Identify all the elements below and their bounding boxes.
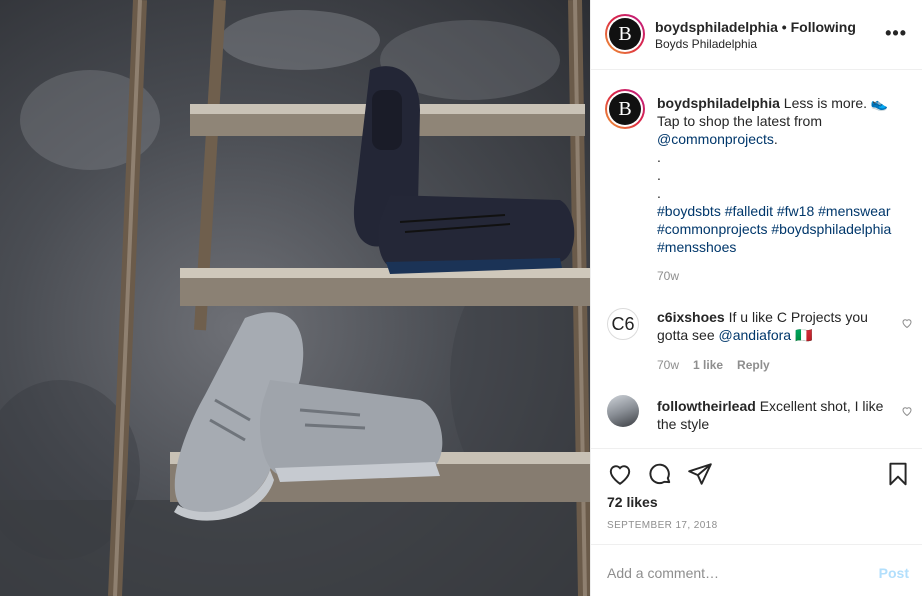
- caption-dot: .: [657, 185, 661, 201]
- photo-illustration: [0, 0, 590, 596]
- comment-text: followtheirlead Excellent shot, I like t…: [657, 397, 889, 433]
- more-options-icon[interactable]: •••: [885, 24, 907, 42]
- caption-mention[interactable]: @commonprojects: [657, 131, 774, 147]
- follow-status-button[interactable]: Following: [791, 19, 856, 35]
- add-comment-input[interactable]: Add a comment…: [607, 565, 719, 581]
- caption-time[interactable]: 70w: [657, 269, 679, 283]
- comment-avatar[interactable]: [607, 395, 639, 427]
- hashtag[interactable]: #falledit: [725, 203, 773, 219]
- post-comment-button[interactable]: Post: [879, 565, 909, 581]
- avatar-letter: B: [609, 93, 641, 125]
- caption-text: boydsphiladelphia Less is more. 👟 Tap to…: [657, 94, 913, 256]
- like-heart-icon[interactable]: [607, 461, 633, 487]
- caption-dot: .: [657, 167, 661, 183]
- share-icon[interactable]: [687, 461, 713, 487]
- comment-likes[interactable]: 1 like: [693, 358, 723, 372]
- comments-area[interactable]: B boydsphiladelphia Less is more. 👟 Tap …: [591, 71, 922, 448]
- likes-count[interactable]: 72 likes: [607, 494, 658, 510]
- reply-button[interactable]: Reply: [737, 358, 770, 372]
- header-separator: •: [781, 19, 787, 35]
- post-photo[interactable]: [0, 0, 590, 596]
- comment-emoji: 🇮🇹: [794, 327, 813, 343]
- comment-username[interactable]: c6ixshoes: [657, 309, 725, 325]
- avatar-letter: B: [609, 18, 641, 50]
- save-bookmark-icon[interactable]: [885, 461, 911, 487]
- header-username[interactable]: boydsphiladelphia: [655, 19, 778, 35]
- caption-mention-suffix: .: [773, 131, 778, 147]
- header-avatar[interactable]: B: [605, 14, 645, 54]
- header-location[interactable]: Boyds Philadelphia: [655, 37, 757, 51]
- comment-icon[interactable]: [647, 461, 673, 487]
- comment-time[interactable]: 70w: [657, 358, 679, 372]
- hashtag[interactable]: #menswear: [818, 203, 890, 219]
- hashtag[interactable]: #mensshoes: [657, 239, 736, 255]
- like-comment-heart-icon[interactable]: [901, 317, 913, 329]
- comment-text: c6ixshoes If u like C Projects you gotta…: [657, 308, 889, 344]
- comment-username[interactable]: followtheirlead: [657, 398, 756, 414]
- caption-dot: .: [657, 149, 661, 165]
- hashtag[interactable]: #boydsbts: [657, 203, 721, 219]
- hashtag[interactable]: #commonprojects: [657, 221, 768, 237]
- post-header: B boydsphiladelphia • Following Boyds Ph…: [591, 0, 922, 70]
- post-actions: 72 likes SEPTEMBER 17, 2018: [591, 448, 922, 544]
- comment-avatar[interactable]: C6: [607, 308, 639, 340]
- hashtag[interactable]: #boydsphiladelphia: [771, 221, 891, 237]
- caption-avatar[interactable]: B: [605, 89, 645, 129]
- hashtag[interactable]: #fw18: [777, 203, 814, 219]
- caption-username[interactable]: boydsphiladelphia: [657, 95, 780, 111]
- header-user-line: boydsphiladelphia • Following: [655, 19, 856, 35]
- add-comment-bar: Add a comment… Post: [591, 544, 922, 596]
- post-sidebar: B boydsphiladelphia • Following Boyds Ph…: [590, 0, 922, 596]
- comment-meta: 70w 1 like Reply: [657, 358, 770, 372]
- post-date[interactable]: SEPTEMBER 17, 2018: [607, 520, 718, 531]
- like-comment-heart-icon[interactable]: [901, 405, 913, 417]
- comment-mention[interactable]: @andiafora: [719, 327, 792, 343]
- floor: [0, 500, 590, 596]
